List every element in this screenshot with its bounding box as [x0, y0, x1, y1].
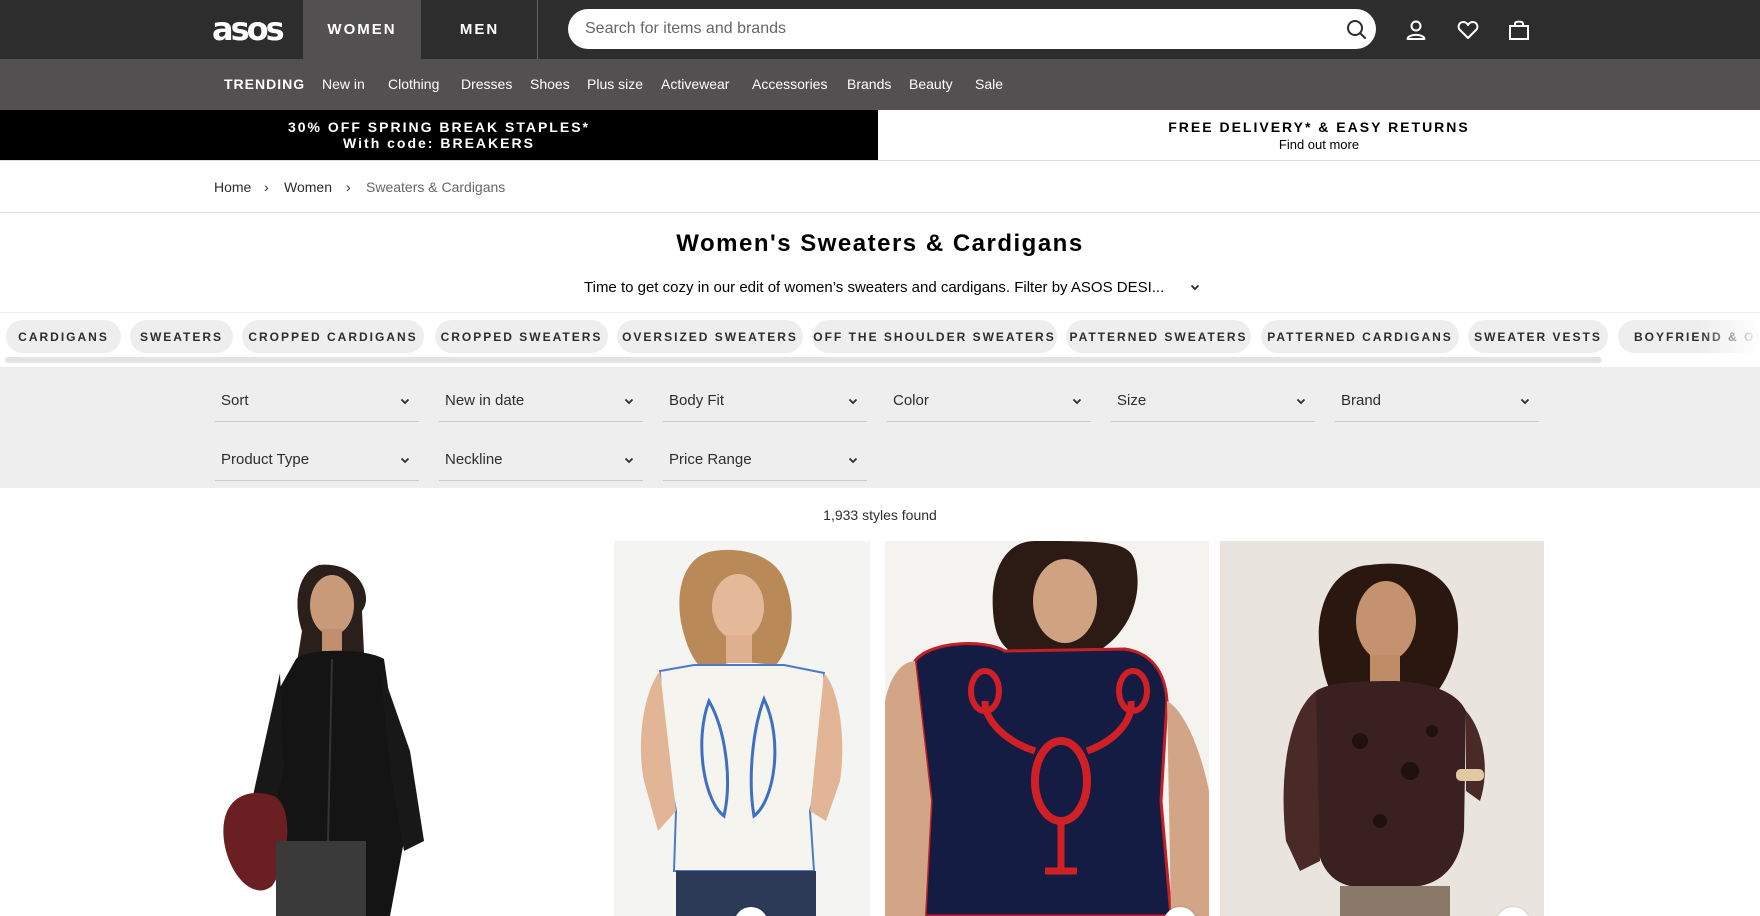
chip-sweaters[interactable]: SWEATERS [130, 320, 233, 353]
nav-beauty[interactable]: Beauty [909, 75, 953, 93]
filter-label: Price Range [669, 451, 752, 468]
product-photo-black-cardigan [223, 564, 424, 916]
filter-label: New in date [445, 392, 525, 409]
chevron-down-icon [624, 457, 634, 464]
divider [0, 312, 1760, 313]
filter-new-in-date[interactable]: New in date [439, 380, 643, 422]
chip-off-the-shoulder-sweaters[interactable]: OFF THE SHOULDER SWEATERS [812, 320, 1057, 353]
results-count: 1,933 styles found [823, 507, 937, 523]
filter-label: Sort [221, 392, 249, 409]
promo-delivery-headline: FREE DELIVERY* & EASY RETURNS [1168, 119, 1470, 135]
product-photo-brown-floral-top [1283, 563, 1485, 916]
filter-label: Color [893, 392, 929, 409]
chip-row-fade [1700, 320, 1760, 354]
heart-icon[interactable] [1456, 18, 1480, 42]
page-title: Women's Sweaters & Cardigans [676, 230, 1084, 257]
tab-women[interactable]: WOMEN [303, 0, 421, 59]
chevron-down-icon [1520, 398, 1530, 405]
filter-neckline[interactable]: Neckline [439, 439, 643, 481]
chip-scrollbar-thumb[interactable] [6, 357, 1601, 363]
breadcrumb-current: Sweaters & Cardigans [366, 179, 506, 195]
chip-cardigans[interactable]: CARDIGANS [6, 320, 121, 353]
nav-plus-size[interactable]: Plus size [587, 75, 643, 93]
search-icon[interactable] [1344, 17, 1368, 41]
asos-logo[interactable]: asos [212, 12, 285, 46]
chevron-down-icon [848, 398, 858, 405]
top-bar: asos WOMEN MEN [0, 0, 1760, 59]
nav-sale[interactable]: Sale [975, 75, 1003, 93]
filter-size[interactable]: Size [1111, 380, 1315, 422]
filter-label: Body Fit [669, 392, 725, 409]
filter-label: Size [1117, 392, 1147, 409]
breadcrumb-separator: › [346, 179, 351, 195]
breadcrumb-separator: › [264, 179, 269, 195]
filter-label: Brand [1341, 392, 1382, 409]
product-image[interactable] [614, 541, 870, 916]
breadcrumb-home[interactable]: Home [214, 179, 251, 195]
account-icon[interactable] [1404, 18, 1428, 42]
filter-body-fit[interactable]: Body Fit [663, 380, 867, 422]
filter-price-range[interactable]: Price Range [663, 439, 867, 481]
divider [0, 160, 1760, 161]
chevron-down-icon [400, 398, 410, 405]
chevron-down-icon [624, 398, 634, 405]
promo-find-out-more-link[interactable]: Find out more [878, 137, 1760, 152]
search-input[interactable] [585, 9, 1305, 49]
tab-men[interactable]: MEN [421, 0, 538, 59]
nav-accessories[interactable]: Accessories [752, 75, 827, 93]
product-photo-fish-sweater-vest [640, 549, 843, 916]
filter-bar: Sort New in date Body Fit Color Size Bra… [0, 367, 1760, 488]
product-image[interactable] [214, 541, 538, 916]
nav-dresses[interactable]: Dresses [461, 75, 512, 93]
chip-cropped-sweaters[interactable]: CROPPED SWEATERS [435, 320, 608, 353]
category-chip-row: CARDIGANS SWEATERS CROPPED CARDIGANS CRO… [0, 320, 1760, 354]
promo-discount-headline: 30% OFF SPRING BREAK STAPLES* [287, 119, 590, 135]
chip-cropped-cardigans[interactable]: CROPPED CARDIGANS [242, 320, 424, 353]
nav-trending[interactable]: TRENDING [224, 75, 305, 93]
chip-patterned-cardigans[interactable]: PATTERNED CARDIGANS [1261, 320, 1459, 353]
page-description: Time to get cozy in our edit of women’s … [584, 279, 1165, 296]
filter-label: Product Type [221, 451, 310, 468]
search-box [568, 9, 1376, 49]
promo-banner-discount[interactable]: 30% OFF SPRING BREAK STAPLES* With code:… [0, 110, 878, 160]
nav-brands[interactable]: Brands [847, 75, 891, 93]
product-image[interactable] [1220, 541, 1544, 916]
product-photo-lobster-sweater-vest [885, 541, 1209, 916]
chevron-down-icon [400, 457, 410, 464]
chevron-down-icon [1296, 398, 1306, 405]
chevron-down-icon [848, 457, 858, 464]
filter-color[interactable]: Color [887, 380, 1091, 422]
chip-sweater-vests[interactable]: SWEATER VESTS [1468, 320, 1608, 353]
chevron-down-icon[interactable] [1188, 280, 1202, 294]
filter-label: Neckline [445, 451, 503, 468]
nav-new-in[interactable]: New in [322, 75, 365, 93]
chevron-down-icon [1072, 398, 1082, 405]
nav-activewear[interactable]: Activewear [661, 75, 729, 93]
header-divider [537, 0, 538, 59]
category-nav: TRENDING New in Clothing Dresses Shoes P… [0, 59, 1760, 110]
promo-discount-code: With code: BREAKERS [343, 135, 535, 151]
promo-banner-delivery[interactable]: FREE DELIVERY* & EASY RETURNS Find out m… [878, 110, 1760, 160]
chip-oversized-sweaters[interactable]: OVERSIZED SWEATERS [617, 320, 803, 353]
breadcrumb-women[interactable]: Women [284, 179, 332, 195]
nav-shoes[interactable]: Shoes [530, 75, 570, 93]
filter-product-type[interactable]: Product Type [215, 439, 419, 481]
filter-brand[interactable]: Brand [1335, 380, 1539, 422]
nav-clothing[interactable]: Clothing [388, 75, 439, 93]
product-image[interactable] [885, 541, 1209, 916]
bag-icon[interactable] [1507, 18, 1531, 42]
chip-patterned-sweaters[interactable]: PATTERNED SWEATERS [1066, 320, 1251, 353]
divider [0, 212, 1760, 213]
filter-sort[interactable]: Sort [215, 380, 419, 422]
